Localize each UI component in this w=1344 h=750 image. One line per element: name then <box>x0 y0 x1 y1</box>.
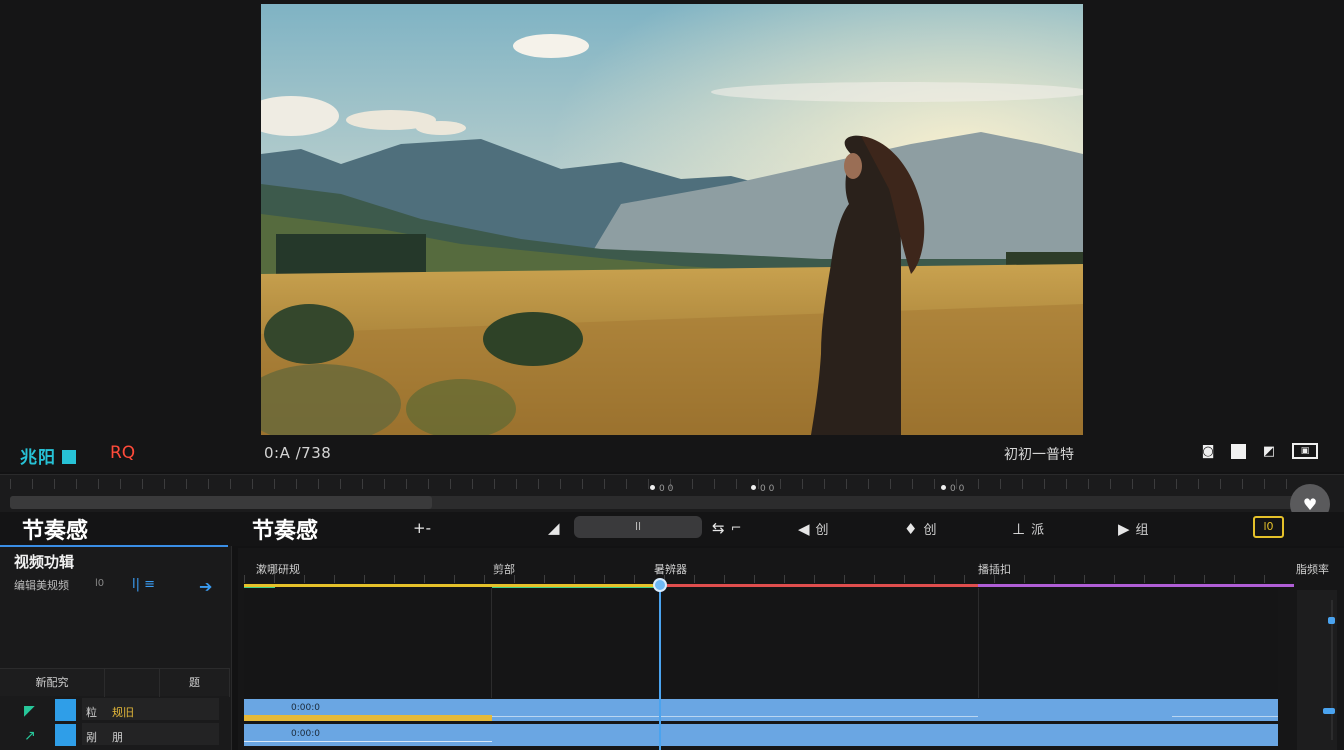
heart-icon: ♥ <box>1302 494 1318 514</box>
section-divider <box>491 588 492 698</box>
panel-mini-value: l0 <box>95 578 105 589</box>
marker-button[interactable]: ♦ 创 <box>904 519 936 539</box>
list-item-value: 朋 <box>112 731 123 744</box>
fullscreen-square-icon[interactable] <box>1231 443 1246 459</box>
add-button[interactable]: +- <box>413 519 431 537</box>
aspect-ratio-label[interactable]: 初初一普特 <box>1004 444 1074 464</box>
loop-badge[interactable]: l0 <box>1253 516 1284 538</box>
aspect-ratio-icon[interactable]: ▣ <box>1292 443 1318 459</box>
timecode-display: 0:A /738 <box>264 444 332 462</box>
scroll-handle[interactable] <box>1323 708 1335 714</box>
anchor-icon: ⊥ <box>1012 519 1026 538</box>
recording-indicator[interactable]: RQ <box>110 443 135 463</box>
timeline-section-label: 脂频率 <box>1296 563 1329 576</box>
list-item-label: 剐 <box>86 731 97 744</box>
back-icon: ◀ <box>798 519 810 538</box>
preview-controls: ◙ ◩ ▣ <box>1199 443 1318 459</box>
video-preview[interactable] <box>261 4 1083 435</box>
back-button[interactable]: ◀ 创 <box>798 519 829 539</box>
section-divider <box>978 588 979 698</box>
timeline-ticks <box>244 575 1294 583</box>
snapshot-icon[interactable]: ◙ <box>1199 443 1217 459</box>
anchor-button[interactable]: ⊥ 派 <box>1012 519 1044 539</box>
speed-slider[interactable]: ll <box>574 516 702 538</box>
export-arrow-icon[interactable]: ➔ <box>199 577 212 596</box>
scrub-fill <box>10 496 432 509</box>
track-audio-icon: ↗ <box>24 728 36 744</box>
audio-waveform-line <box>1172 716 1278 717</box>
video-editor-app: 兆阳 RQ 0:A /738 初初一普特 ◙ ◩ ▣ 0 0 0 0 0 0 ♥… <box>0 0 1344 750</box>
list-item[interactable]: ◤ 粒 规旧 <box>0 699 230 723</box>
crop-icon[interactable]: ◩ <box>1260 443 1278 459</box>
list-item-value: 规旧 <box>112 706 134 719</box>
track-color-bar <box>55 724 76 746</box>
panel-columns: 新配究 题 <box>0 668 230 697</box>
logo-square-icon <box>62 450 76 464</box>
ruler-marker[interactable]: 0 0 <box>751 484 774 494</box>
swap-button[interactable]: ⇆ ⌐ <box>712 519 741 537</box>
panel-title: 节奏感 <box>22 519 89 544</box>
list-item-label: 粒 <box>86 706 97 719</box>
audio-track-2[interactable] <box>244 724 1278 746</box>
audio-waveform-line <box>492 716 978 717</box>
play-button[interactable]: ▶ 组 <box>1118 519 1149 539</box>
zoom-slider-handle[interactable] <box>1328 617 1335 624</box>
section-bar-red <box>660 584 978 587</box>
ruler-marker[interactable]: 0 0 <box>650 484 673 494</box>
app-logo: 兆阳 <box>20 443 76 468</box>
scrub-track[interactable] <box>10 496 1300 509</box>
playhead-handle[interactable] <box>653 578 667 592</box>
filter-button[interactable]: l| ≡ <box>132 577 155 592</box>
ruler-marker[interactable]: 0 0 <box>941 484 964 494</box>
audio-waveform-line <box>244 741 492 742</box>
column-header[interactable] <box>105 669 160 697</box>
playhead[interactable] <box>659 586 661 750</box>
play-icon: ▶ <box>1118 519 1130 538</box>
project-title: 节奏感 <box>252 519 319 544</box>
panel-heading: 视频功辑 <box>14 553 75 571</box>
panel-subtitle: 编辑美规频 <box>14 579 69 592</box>
track-color-bar <box>55 699 76 721</box>
video-track[interactable] <box>244 588 1278 698</box>
split-icon: ◢ <box>548 519 560 537</box>
section-bar-purple <box>978 584 1294 587</box>
column-header[interactable]: 题 <box>160 669 230 697</box>
column-header[interactable]: 新配究 <box>0 669 105 697</box>
active-tab-indicator <box>0 545 228 547</box>
split-tool-button[interactable]: ◢ <box>548 519 560 537</box>
audio-track-time: 0:00:0 <box>291 729 320 739</box>
audio-track-time: 0:00:0 <box>291 703 320 713</box>
marker-icon: ♦ <box>904 519 918 538</box>
list-item[interactable]: ↗ 剐 朋 <box>0 724 230 748</box>
track-video-icon: ◤ <box>24 703 35 719</box>
swap-icon: ⇆ <box>712 519 725 537</box>
audio-track-1-highlight <box>244 715 492 721</box>
